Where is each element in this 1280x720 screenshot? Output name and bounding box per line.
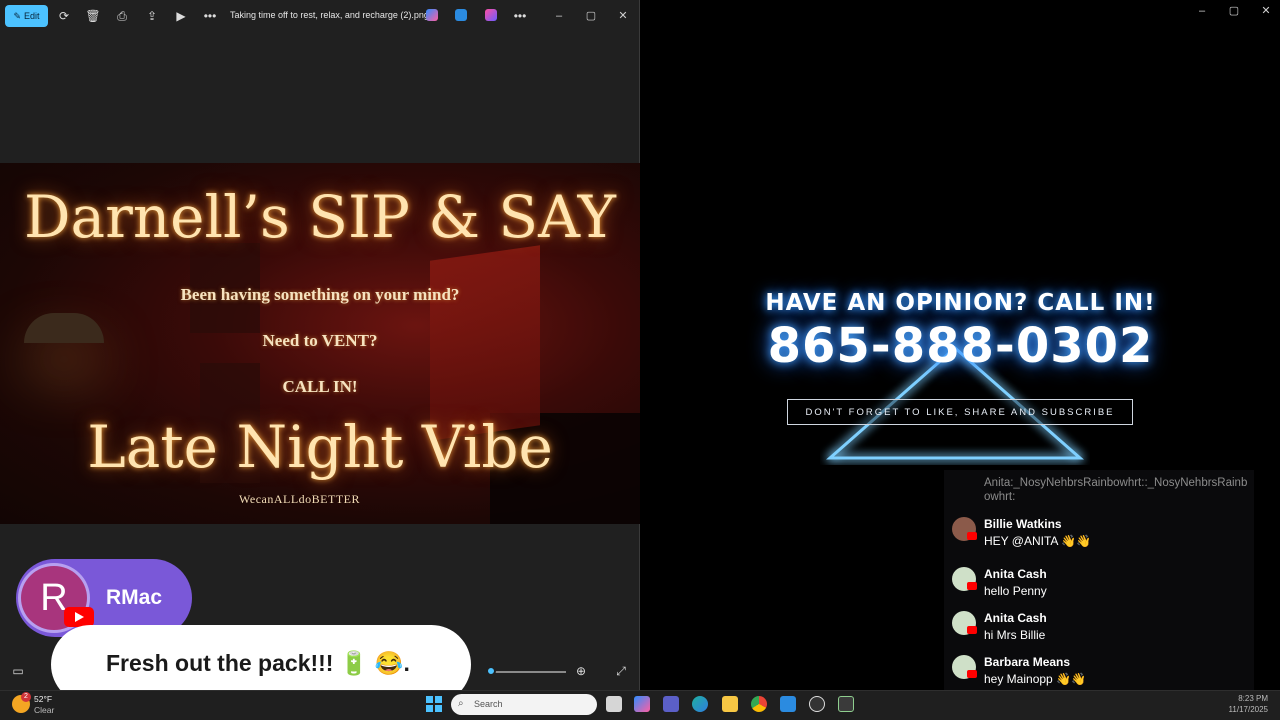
- poster-hashtag: WecanALLdoBETTER: [239, 492, 360, 506]
- chat-message: Anita Cash hello Penny: [952, 567, 1252, 607]
- chat-text: hey Mainopp 👋👋: [984, 672, 1086, 686]
- chat-message: Barbara Means hey Mainopp 👋👋: [952, 655, 1252, 695]
- viewer-toolbar: ✎ Edit ⟳ 🗑 ⎙ ⇪ ▶ ••• Taking time off to …: [0, 0, 640, 32]
- minimize-icon[interactable]: –: [551, 8, 567, 24]
- youtube-badge-icon: [967, 670, 977, 678]
- youtube-badge-icon: [967, 582, 977, 590]
- youtube-badge-icon: [967, 532, 977, 540]
- overlay-username: RMac: [106, 586, 163, 609]
- maximize-icon[interactable]: ▢: [583, 8, 599, 24]
- chat-message: Billie Watkins HEY @ANITA 👋👋: [952, 517, 1252, 557]
- edit-button[interactable]: ✎ Edit: [5, 5, 48, 27]
- clock-time: 8:23 PM: [1238, 694, 1268, 703]
- poster-line-2: Need to VENT?: [262, 331, 378, 350]
- subscribe-banner: DON'T FORGET TO LIKE, SHARE AND SUBSCRIB…: [787, 399, 1133, 425]
- stream-maximize-icon[interactable]: ▢: [1226, 3, 1242, 19]
- photos-icon[interactable]: [780, 696, 796, 712]
- copilot-icon[interactable]: [426, 9, 438, 21]
- chat-text: HEY @ANITA 👋👋: [984, 534, 1091, 548]
- chat-author: Anita Cash: [984, 611, 1047, 625]
- chat-author: Anita Cash: [984, 567, 1047, 581]
- copilot-icon[interactable]: [634, 696, 650, 712]
- chat-message: Anita Cash hi Mrs Billie: [952, 611, 1252, 651]
- poster-subtitle: Late Night Vibe: [87, 413, 553, 481]
- stream-close-icon[interactable]: ✕: [1258, 3, 1274, 19]
- youtube-icon: [64, 607, 94, 627]
- chat-text: hi Mrs Billie: [984, 628, 1046, 642]
- delete-icon[interactable]: 🗑: [85, 8, 101, 24]
- weather-description[interactable]: Clear: [34, 705, 54, 715]
- more-apps-icon[interactable]: •••: [512, 8, 528, 24]
- poster-title: Darnell’s SIP & SAY: [24, 183, 616, 251]
- weather-alert-badge: 2: [21, 692, 31, 702]
- clock-date: 11/17/2025: [1228, 705, 1268, 714]
- zoom-in-icon[interactable]: ⊕: [573, 663, 589, 679]
- overlay-message-text: Fresh out the pack!!! 🔋 😂.: [106, 650, 410, 676]
- stream-phone-number: 865-888-0302: [767, 318, 1154, 374]
- task-view-icon[interactable]: [606, 696, 622, 712]
- file-explorer-icon[interactable]: [722, 696, 738, 712]
- share-icon[interactable]: ⇪: [144, 8, 160, 24]
- poster-line-3: CALL IN!: [282, 377, 358, 396]
- zoom-slider-thumb[interactable]: [486, 666, 496, 676]
- chrome-icon[interactable]: [751, 696, 767, 712]
- start-icon[interactable]: [426, 696, 442, 712]
- search-placeholder: Search: [474, 699, 503, 709]
- poster-line-1: Been having something on your mind?: [180, 285, 460, 304]
- weather-temperature[interactable]: 52°F: [34, 694, 52, 704]
- live-chat-panel: Anita:_NosyNehbrsRainbowhrt::_NosyNehbrs…: [944, 470, 1254, 690]
- chat-author: Barbara Means: [984, 655, 1071, 669]
- slideshow-icon[interactable]: ▶: [173, 8, 189, 24]
- more-options-icon[interactable]: •••: [202, 8, 218, 24]
- edit-button-label: Edit: [24, 11, 40, 21]
- chat-message-fragment: Anita:_NosyNehbrsRainbowhrt::_NosyNehbrs…: [984, 477, 1248, 503]
- edit-icon: ✎: [13, 10, 22, 21]
- chat-text: hello Penny: [984, 584, 1047, 598]
- taskbar-search[interactable]: ⌕ Search: [451, 694, 597, 715]
- stream-minimize-icon[interactable]: –: [1194, 3, 1210, 19]
- taskbar-clock[interactable]: 8:23 PM 11/17/2025: [1229, 693, 1268, 715]
- poster-image: Darnell’s SIP & SAY Been having somethin…: [0, 163, 640, 524]
- fullscreen-icon[interactable]: ⤢: [613, 663, 629, 679]
- youtube-badge-icon: [967, 626, 977, 634]
- rotate-icon[interactable]: ⟳: [56, 8, 72, 24]
- zoom-slider[interactable]: [488, 671, 566, 673]
- file-title: Taking time off to rest, relax, and rech…: [230, 10, 429, 20]
- stream-headline: HAVE AN OPINION? CALL IN!: [765, 290, 1156, 316]
- media-player-icon[interactable]: [809, 696, 825, 712]
- print-icon[interactable]: ⎙: [114, 8, 130, 24]
- filmstrip-icon[interactable]: ▭: [10, 663, 26, 679]
- teams-icon[interactable]: [663, 696, 679, 712]
- edge-icon[interactable]: [692, 696, 708, 712]
- designer-icon[interactable]: [485, 9, 497, 21]
- chat-author: Billie Watkins: [984, 517, 1062, 531]
- streaming-app-icon[interactable]: [838, 696, 854, 712]
- search-icon: ⌕: [458, 698, 464, 709]
- close-icon[interactable]: ✕: [615, 8, 631, 24]
- image-editor-icon[interactable]: [455, 9, 467, 21]
